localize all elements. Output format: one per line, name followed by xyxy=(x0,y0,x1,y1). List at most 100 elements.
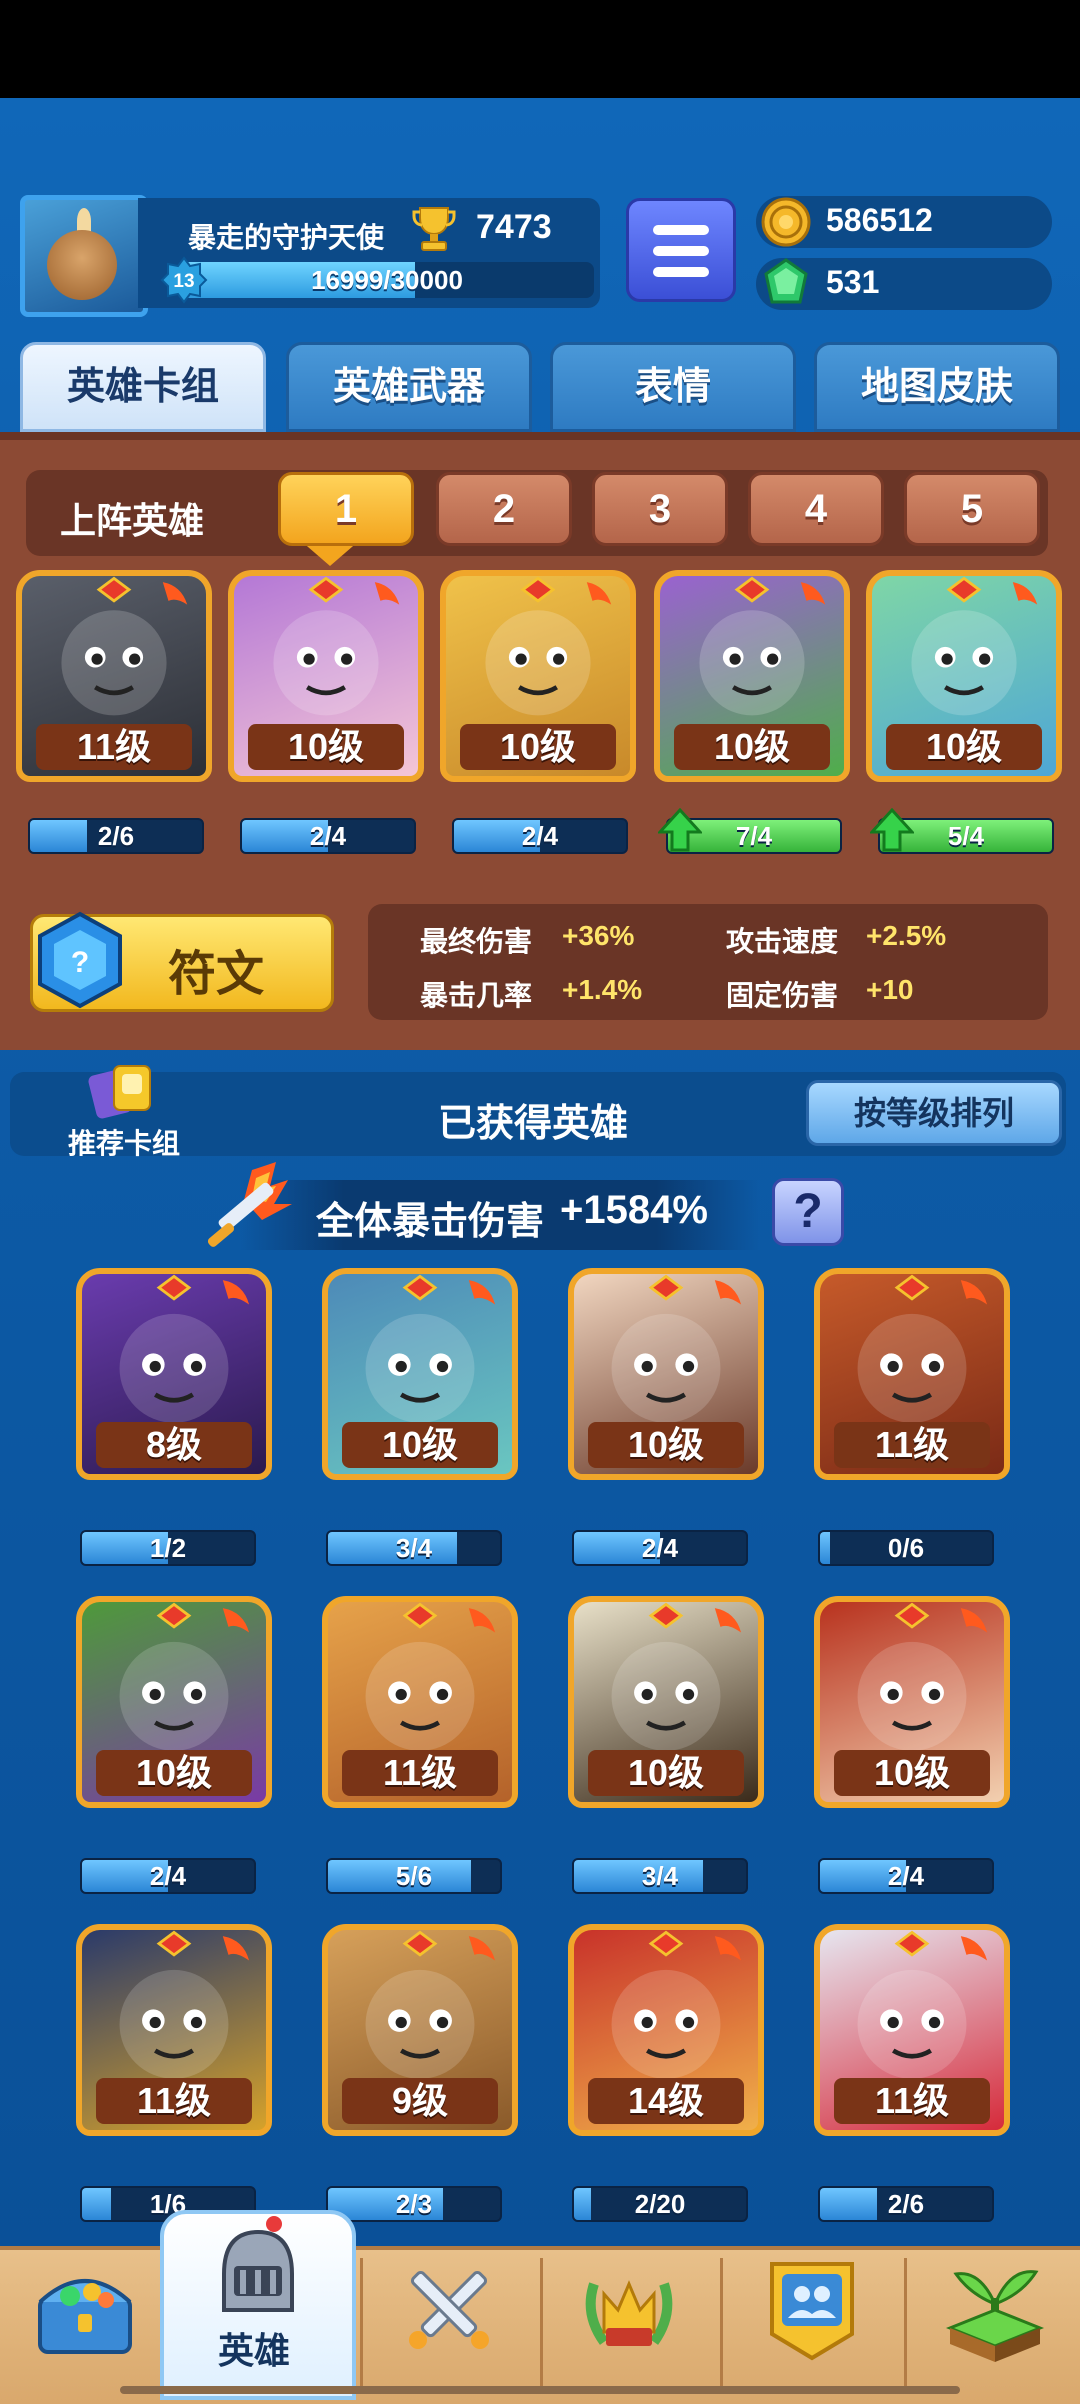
gem-amount: 531 xyxy=(826,264,880,300)
player-avatar[interactable] xyxy=(20,195,148,317)
hero-level: 11级 xyxy=(834,2078,990,2124)
stat-attack-speed-label: 攻击速度 xyxy=(726,926,839,957)
crown-icon[interactable] xyxy=(574,2254,684,2364)
help-button[interactable]: ? xyxy=(772,1178,844,1246)
owned-hero-card[interactable]: 11级 xyxy=(76,1924,272,2136)
team-slot-1[interactable]: 1 xyxy=(278,472,414,546)
hero-level: 10级 xyxy=(342,1422,498,1468)
hero-card-progress-text: 3/4 xyxy=(641,1861,679,1891)
upgrade-arrow-icon xyxy=(656,807,704,857)
hero-card-progress: 2/4 xyxy=(818,1858,994,1894)
hero-card-progress: 2/6 xyxy=(818,2186,994,2222)
team-hero-card[interactable]: 10级 xyxy=(440,570,636,782)
hero-level: 11级 xyxy=(96,2078,252,2124)
hero-level: 10级 xyxy=(96,1750,252,1796)
hero-card-progress: 5/6 xyxy=(326,1858,502,1894)
owned-hero-card[interactable]: 10级 xyxy=(76,1596,272,1808)
flaming-sword-icon xyxy=(207,1162,292,1247)
tab-map-skins[interactable]: 地图皮肤 xyxy=(814,342,1060,432)
hero-card-progress: 1/2 xyxy=(80,1530,256,1566)
gold-amount: 586512 xyxy=(826,202,933,238)
player-name: 暴走的守护天使 xyxy=(188,222,385,253)
stat-attack-speed-value: +2.5% xyxy=(866,920,947,951)
team-hero-card[interactable]: 11级 xyxy=(16,570,212,782)
chest-icon[interactable] xyxy=(30,2254,140,2364)
recommended-deck-icon[interactable] xyxy=(84,1062,164,1120)
owned-hero-card[interactable]: 10级 xyxy=(568,1596,764,1808)
stat-final-damage-value: +36% xyxy=(562,920,635,951)
owned-hero-card[interactable]: 9级 xyxy=(322,1924,518,2136)
hero-card-progress: 2/4 xyxy=(572,1530,748,1566)
trophy-icon xyxy=(412,207,456,251)
level-badge-icon: 13 xyxy=(160,256,208,304)
menu-button[interactable] xyxy=(626,198,736,302)
hero-card-progress: 2/3 xyxy=(326,2186,502,2222)
owned-hero-card[interactable]: 11级 xyxy=(814,1924,1010,2136)
hero-card-progress-text: 2/20 xyxy=(634,2189,686,2219)
team-slot-2[interactable]: 2 xyxy=(436,472,572,546)
hero-card-progress-text: 2/4 xyxy=(641,1533,679,1563)
hero-level: 14级 xyxy=(588,2078,744,2124)
hero-level: 8级 xyxy=(96,1422,252,1468)
hero-card-progress: 2/20 xyxy=(572,2186,748,2222)
nav-divider xyxy=(540,2258,543,2388)
team-slot-4[interactable]: 4 xyxy=(748,472,884,546)
upgrade-arrow-icon xyxy=(868,807,916,857)
hero-card-progress-text: 2/4 xyxy=(887,1861,925,1891)
svg-text:?: ? xyxy=(71,946,89,979)
team-hero-card[interactable]: 10级 xyxy=(228,570,424,782)
xp-text: 16999/30000 xyxy=(311,265,463,295)
tab-hero-weapons[interactable]: 英雄武器 xyxy=(286,342,532,432)
owned-hero-card[interactable]: 8级 xyxy=(76,1268,272,1480)
hamburger-line-icon xyxy=(653,267,709,277)
crossed-swords-icon[interactable] xyxy=(394,2254,504,2364)
hero-card-progress-text: 2/3 xyxy=(395,2189,433,2219)
team-hero-card[interactable]: 10级 xyxy=(866,570,1062,782)
xp-bar: 16999/30000 xyxy=(180,262,594,298)
hero-level: 10级 xyxy=(248,724,404,770)
hero-card-progress-text: 2/6 xyxy=(887,2189,925,2219)
owned-hero-card[interactable]: 14级 xyxy=(568,1924,764,2136)
hero-card-progress-text: 3/4 xyxy=(395,1533,433,1563)
sort-by-level-button[interactable]: 按等级排列 xyxy=(806,1080,1062,1146)
team-label: 上阵英雄 xyxy=(60,500,205,541)
hero-card-progress-text: 2/4 xyxy=(521,821,559,851)
team-slot-5[interactable]: 5 xyxy=(904,472,1040,546)
hamburger-line-icon xyxy=(653,246,709,256)
tab-emotes[interactable]: 表情 xyxy=(550,342,796,432)
owned-hero-card[interactable]: 11级 xyxy=(322,1596,518,1808)
stat-fixed-damage-value: +10 xyxy=(866,974,914,1005)
hero-level: 10级 xyxy=(674,724,830,770)
owned-heroes-title: 已获得英雄 xyxy=(438,1103,629,1145)
stat-fixed-damage-label: 固定伤害 xyxy=(726,980,839,1011)
stat-crit-rate-label: 暴击几率 xyxy=(420,980,533,1011)
hero-level: 11级 xyxy=(342,1750,498,1796)
team-slot-3[interactable]: 3 xyxy=(592,472,728,546)
rune-label: 符文 xyxy=(168,948,265,1001)
people-icon[interactable] xyxy=(762,2254,862,2364)
hero-card-progress: 2/6 xyxy=(28,818,204,854)
owned-hero-card[interactable]: 10级 xyxy=(322,1268,518,1480)
hero-card-progress-text: 2/4 xyxy=(309,821,347,851)
rune-gem-icon: ? xyxy=(38,911,122,1009)
owned-hero-card[interactable]: 11级 xyxy=(814,1268,1010,1480)
island-icon[interactable] xyxy=(940,2250,1050,2364)
helmet-icon xyxy=(222,2216,294,2312)
nav-divider xyxy=(904,2258,907,2388)
owned-hero-card[interactable]: 10级 xyxy=(814,1596,1010,1808)
nav-heroes-label: 英雄 xyxy=(218,2330,291,2371)
team-hero-card[interactable]: 10级 xyxy=(654,570,850,782)
owned-hero-card[interactable]: 10级 xyxy=(568,1268,764,1480)
stat-crit-rate-value: +1.4% xyxy=(562,974,643,1005)
tab-hero-deck[interactable]: 英雄卡组 xyxy=(20,342,266,432)
hero-card-progress: 0/6 xyxy=(818,1530,994,1566)
recommended-deck-label[interactable]: 推荐卡组 xyxy=(68,1122,180,1162)
global-crit-damage-value: +1584% xyxy=(560,1188,708,1232)
hero-level: 10级 xyxy=(886,724,1042,770)
hero-card-progress: 3/4 xyxy=(326,1530,502,1566)
hero-card-progress: 2/4 xyxy=(452,818,628,854)
hero-card-progress-text: 5/6 xyxy=(395,1861,433,1891)
player-level: 13 xyxy=(173,271,194,292)
stat-final-damage-label: 最终伤害 xyxy=(420,926,533,957)
hero-card-progress: 2/4 xyxy=(240,818,416,854)
